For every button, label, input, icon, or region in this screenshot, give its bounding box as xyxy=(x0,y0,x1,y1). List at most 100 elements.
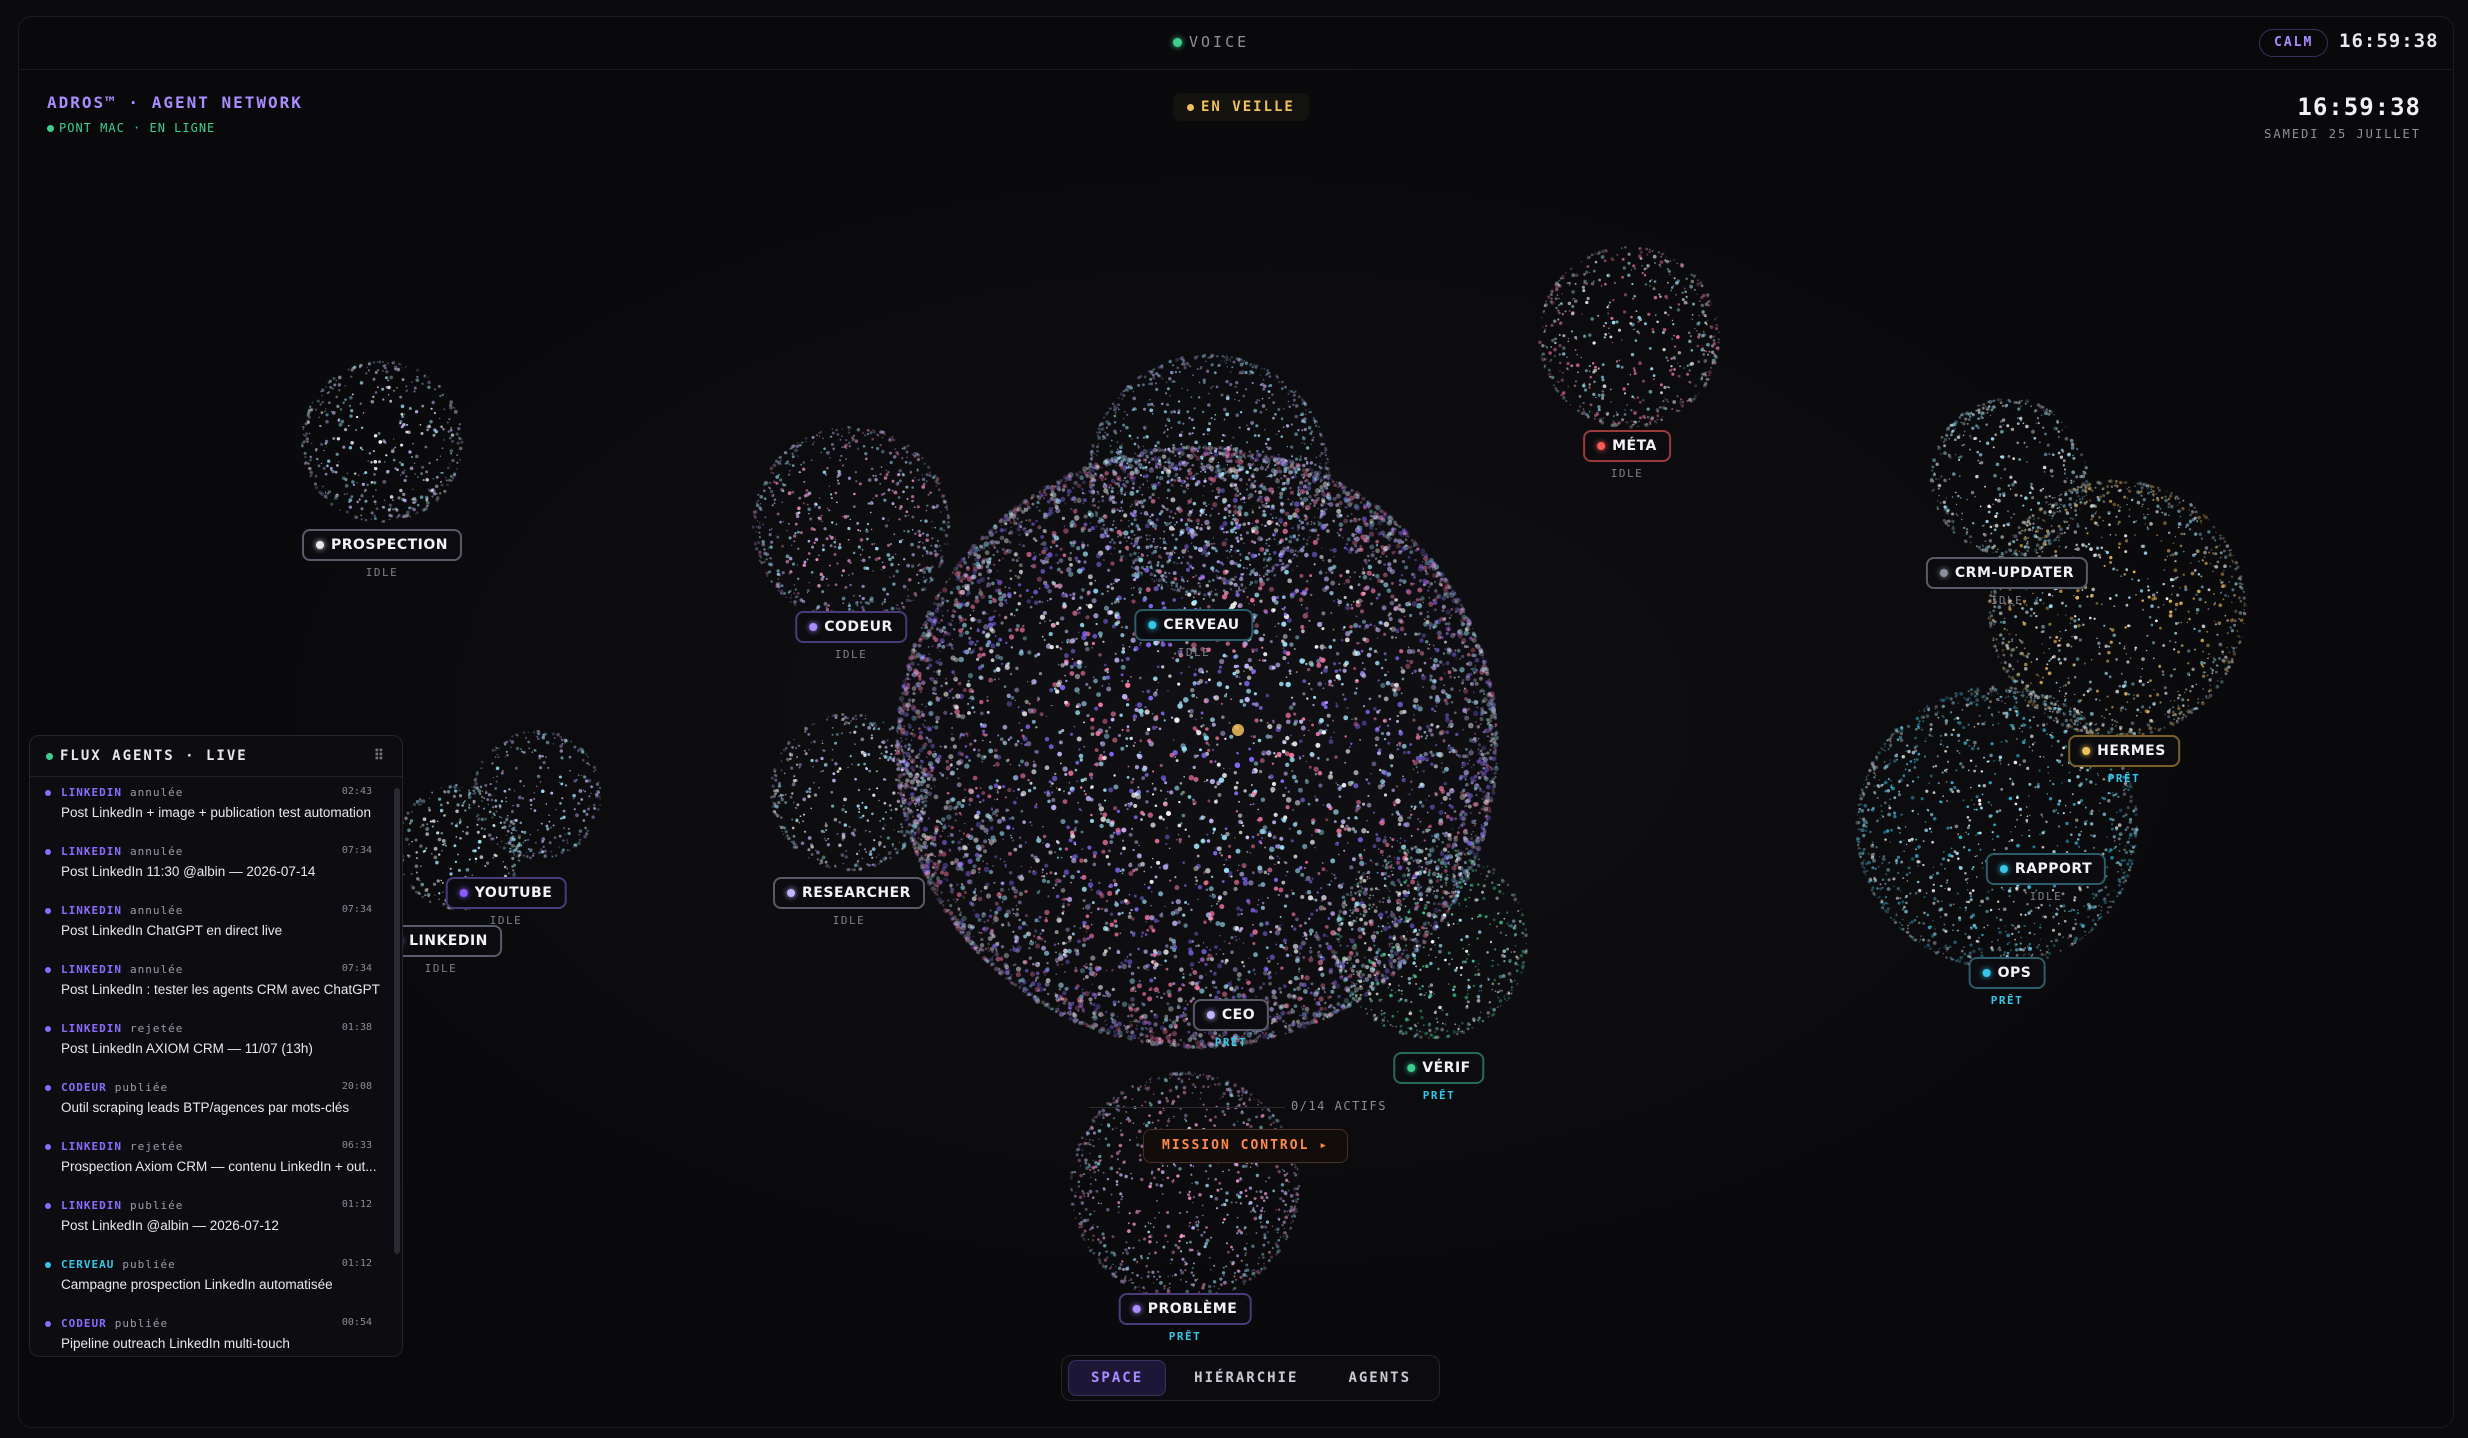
agent-pill[interactable]: VÉRIF xyxy=(1393,1052,1485,1084)
feed-title-text: Post LinkedIn + image + publication test… xyxy=(61,805,371,820)
agent-pill[interactable]: CERVEAU xyxy=(1134,609,1254,641)
feed-time: 20:08 xyxy=(341,1081,372,1092)
feed-agent: LINKEDIN xyxy=(61,1022,122,1035)
agent-pill[interactable]: PROBLÈME xyxy=(1118,1293,1252,1325)
agent-label: PROBLÈME xyxy=(1147,1301,1238,1317)
feed-item[interactable]: LINKEDIN annulée 02:43 Post LinkedIn + imag… xyxy=(30,777,402,836)
feed-agent-dot-icon xyxy=(45,1144,51,1150)
feed-time: 01:38 xyxy=(341,1022,372,1033)
agent-node-rapport[interactable]: RAPPORT IDLE xyxy=(1985,853,2107,903)
feed-agent: CODEUR xyxy=(61,1317,107,1330)
agent-pill[interactable]: HERMES xyxy=(2068,735,2180,767)
agent-node-probleme[interactable]: PROBLÈME PRÊT xyxy=(1118,1293,1252,1343)
feed-scrollbar[interactable] xyxy=(394,788,400,1254)
feed-agent-dot-icon xyxy=(45,967,51,973)
agent-node-prospection[interactable]: PROSPECTION IDLE xyxy=(301,529,463,579)
agent-pill[interactable]: PROSPECTION xyxy=(301,529,463,561)
agent-label: CRM-UPDATER xyxy=(1954,565,2075,581)
feed-agent-dot-icon xyxy=(45,1085,51,1091)
agent-label: CERVEAU xyxy=(1163,617,1240,633)
agent-node-meta[interactable]: MÉTA IDLE xyxy=(1583,430,1671,480)
agent-node-verif[interactable]: VÉRIF PRÊT xyxy=(1393,1052,1485,1102)
feed-item[interactable]: LINKEDIN annulée 07:34 Post LinkedIn ChatGP… xyxy=(30,895,402,954)
feed-item[interactable]: LINKEDIN annulée 07:34 Post LinkedIn : test… xyxy=(30,954,402,1013)
feed-title-text: Pipeline outreach LinkedIn multi-touch xyxy=(61,1336,290,1351)
feed-item[interactable]: LINKEDIN rejetée 01:38 Post LinkedIn AXIOM … xyxy=(30,1013,402,1072)
feed-item[interactable]: LINKEDIN rejetée 06:33 Prospection Axiom CR… xyxy=(30,1131,402,1190)
feed-time: 02:43 xyxy=(341,786,372,797)
feed-agent-dot-icon xyxy=(45,849,51,855)
particle-sphere-codeur xyxy=(751,425,951,625)
feed-agent-dot-icon xyxy=(45,1203,51,1209)
agent-state: PRÊT xyxy=(1168,1330,1202,1343)
feed-item[interactable]: CODEUR publiée 00:54 Pipeline outreach Link… xyxy=(30,1308,402,1356)
agent-node-ops[interactable]: OPS PRÊT xyxy=(1968,957,2046,1007)
feed-time: 06:33 xyxy=(341,1140,372,1151)
feed-time: 01:12 xyxy=(341,1258,372,1269)
feed-time: 01:12 xyxy=(341,1199,372,1210)
feed-item[interactable]: LINKEDIN annulée 07:34 Post LinkedIn 11:30 … xyxy=(30,836,402,895)
particle-sphere-cerveau xyxy=(894,444,1499,1050)
feed-item[interactable]: CODEUR publiée 20:08 Outil scraping leads B… xyxy=(30,1072,402,1131)
feed-agent: LINKEDIN xyxy=(61,963,122,976)
agent-node-crm[interactable]: CRM-UPDATER IDLE xyxy=(1925,557,2089,607)
feed-agent: CERVEAU xyxy=(61,1258,115,1271)
feed-item[interactable]: CERVEAU publiée 01:12 Campagne prospection … xyxy=(30,1249,402,1308)
feed-title-text: Prospection Axiom CRM — contenu LinkedIn… xyxy=(61,1159,377,1174)
feed-status: annulée xyxy=(129,786,184,799)
agent-pill[interactable]: YOUTUBE xyxy=(445,877,567,909)
particle-sphere-hermes xyxy=(1987,479,2247,739)
feed-agent: LINKEDIN xyxy=(61,845,122,858)
agent-pill[interactable]: CRM-UPDATER xyxy=(1925,557,2089,589)
agent-status-dot-icon xyxy=(1982,969,1991,977)
core-glow xyxy=(1232,724,1244,736)
feed-time: 07:34 xyxy=(341,904,372,915)
agent-status-dot-icon xyxy=(315,541,324,549)
agent-state: PRÊT xyxy=(1214,1036,1248,1049)
feed-title-text: Post LinkedIn 11:30 @albin — 2026-07-14 xyxy=(61,864,316,879)
particle-sphere-verif xyxy=(1333,845,1528,1040)
agent-node-codeur[interactable]: CODEUR IDLE xyxy=(795,611,907,661)
feed-status: annulée xyxy=(129,904,184,917)
view-tabs: SPACE HIÉRARCHIE AGENTS xyxy=(1061,1355,1441,1401)
tab-agents[interactable]: AGENTS xyxy=(1326,1361,1433,1395)
tab-space[interactable]: SPACE xyxy=(1068,1360,1167,1396)
agent-state: IDLE xyxy=(834,648,868,661)
feed-status: publiée xyxy=(129,1199,184,1212)
agent-pill[interactable]: CEO xyxy=(1192,999,1270,1031)
agent-pill[interactable]: OPS xyxy=(1968,957,2046,989)
agent-pill[interactable]: CODEUR xyxy=(795,611,907,643)
agent-node-cerveau[interactable]: CERVEAU IDLE xyxy=(1134,609,1254,659)
agent-node-researcher[interactable]: RESEARCHER IDLE xyxy=(773,877,925,927)
tab-hierarchie[interactable]: HIÉRARCHIE xyxy=(1172,1361,1320,1395)
mission-control-button[interactable]: MISSION CONTROL ▸ xyxy=(1143,1129,1349,1163)
feed-list[interactable]: LINKEDIN annulée 02:43 Post LinkedIn + imag… xyxy=(30,777,402,1356)
feed-title-text: Post LinkedIn AXIOM CRM — 11/07 (13h) xyxy=(61,1041,313,1056)
drag-handle-icon[interactable]: ⠿ xyxy=(374,736,386,776)
agent-status-dot-icon xyxy=(2082,747,2091,755)
agent-status-dot-icon xyxy=(1597,442,1606,450)
feed-status: annulée xyxy=(129,845,184,858)
feed-agent: LINKEDIN xyxy=(61,786,122,799)
agent-node-youtube[interactable]: YOUTUBE IDLE xyxy=(445,877,567,927)
feed-status: rejetée xyxy=(129,1140,184,1153)
agent-state: PRÊT xyxy=(1422,1089,1456,1102)
agent-pill[interactable]: RESEARCHER xyxy=(773,877,925,909)
feed-agent-dot-icon xyxy=(45,1321,51,1327)
feed-status: publiée xyxy=(114,1317,169,1330)
agent-status-dot-icon xyxy=(1206,1011,1215,1019)
agent-pill[interactable]: RAPPORT xyxy=(1985,853,2107,885)
agent-state: IDLE xyxy=(832,914,866,927)
agent-node-ceo[interactable]: CEO PRÊT xyxy=(1192,999,1270,1049)
feed-agent-dot-icon xyxy=(45,1262,51,1268)
app-frame: VOICE CALM 16:59:38 ADROS™ · AGENT NETWO… xyxy=(18,16,2454,1428)
feed-item[interactable]: LINKEDIN publiée 01:12 Post LinkedIn @albin… xyxy=(30,1190,402,1249)
agent-pill[interactable]: MÉTA xyxy=(1583,430,1671,462)
agent-state: PRÊT xyxy=(2107,772,2141,785)
agent-status-dot-icon xyxy=(1132,1305,1141,1313)
feed-header: FLUX AGENTS · LIVE ⠿ xyxy=(30,736,402,777)
feed-agent: LINKEDIN xyxy=(61,1140,122,1153)
agent-node-hermes[interactable]: HERMES PRÊT xyxy=(2068,735,2180,785)
feed-status: rejetée xyxy=(129,1022,184,1035)
agent-label: PROSPECTION xyxy=(330,537,449,553)
